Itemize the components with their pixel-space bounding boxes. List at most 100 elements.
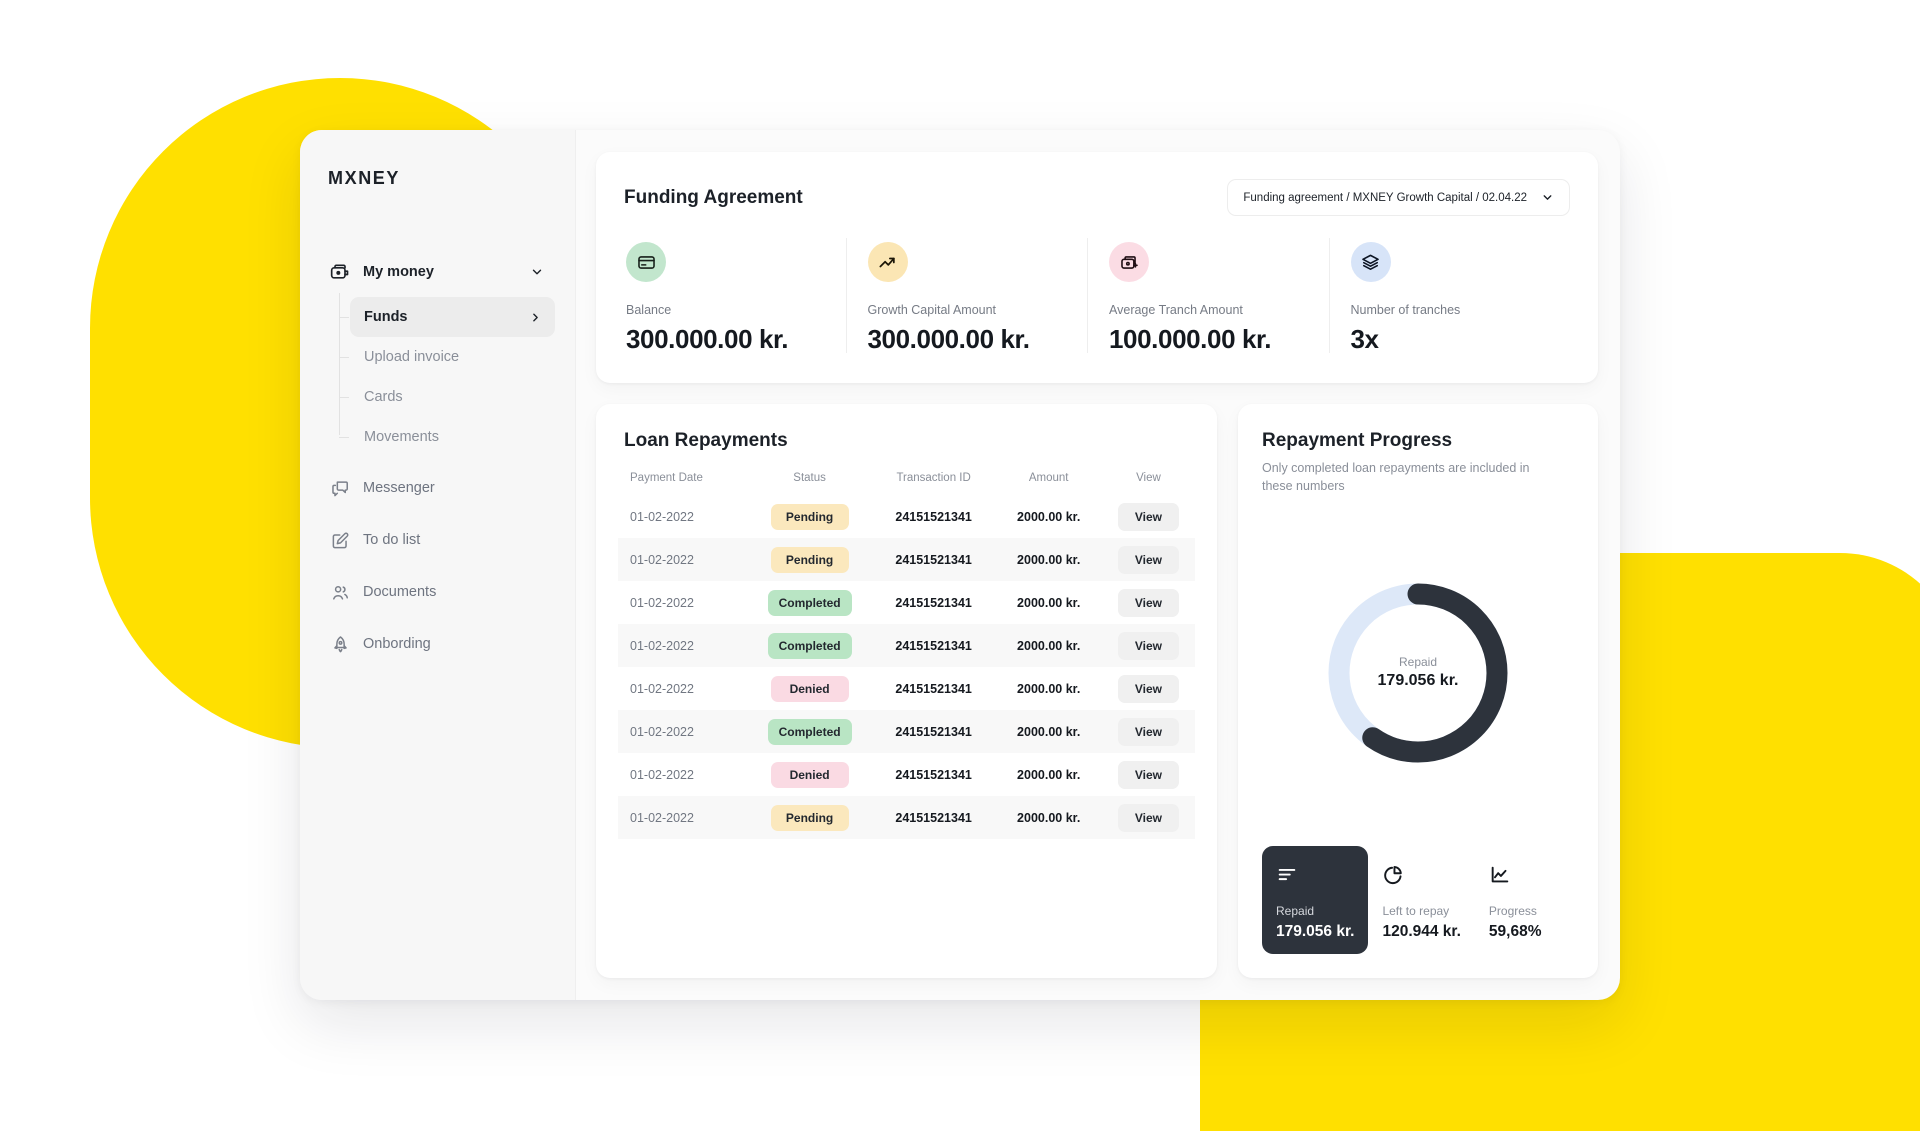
sidebar-item-upload-invoice[interactable]: Upload invoice [339,337,555,377]
cell-transaction-id: 24151521341 [895,767,972,782]
donut-center-text: Repaid 179.056 kr. [1324,579,1512,767]
loan-repayments-table: Payment Date Status Transaction ID Amoun… [618,472,1195,839]
status-badge: Pending [770,503,849,530]
table-header: Payment Date Status Transaction ID Amoun… [618,472,1195,495]
cell-amount: 2000.00 kr. [1017,810,1081,825]
cell-status: Denied [747,667,871,710]
brand-logo: MXNEY [328,168,401,188]
cell-amount: 2000.00 kr. [1017,595,1081,610]
view-button[interactable]: View [1117,760,1180,789]
sidebar-item-onbording[interactable]: Onbording [320,623,555,665]
sidebar-item-cards[interactable]: Cards [339,377,555,417]
table-row: 01-02-2022 Completed 24151521341 2000.00 kr… [618,710,1195,753]
cell-transaction-id: 24151521341 [895,810,972,825]
cell-view: View [1102,796,1195,839]
cell-transaction-id: 24151521341 [895,552,972,567]
sidebar: MXNEY My money Funds Upload invoice Card… [300,130,576,1000]
cell-view: View [1102,581,1195,624]
cell-status: Completed [747,581,871,624]
wallet-icon [330,262,350,282]
cell-status: Completed [747,624,871,667]
sidebar-item-label: To do list [363,532,421,548]
view-button[interactable]: View [1117,502,1180,531]
cell-transaction-id: 24151521341 [895,595,972,610]
sidebar-item-funds[interactable]: Funds [339,297,555,337]
layers-icon [1350,242,1391,282]
table-row: 01-02-2022 Completed 24151521341 2000.00 kr… [618,581,1195,624]
repayment-donut-chart: Repaid 179.056 kr. [1262,495,1574,846]
line-chart-icon [1489,860,1560,890]
stat-balance: Balance 300.000.00 kr. [624,242,846,355]
table-row: 01-02-2022 Denied 24151521341 2000.00 kr. Vi… [618,667,1195,710]
table-row: 01-02-2022 Denied 24151521341 2000.00 kr. Vi… [618,753,1195,796]
view-button[interactable]: View [1117,674,1180,703]
users-icon [330,582,350,602]
view-button[interactable]: View [1117,545,1180,574]
page-title: Funding Agreement [624,186,803,208]
chevron-down-icon[interactable] [529,264,545,280]
sidebar-item-label: Onbording [363,636,431,652]
sidebar-item-movements[interactable]: Movements [339,417,555,457]
funding-agreement-header: Funding Agreement Funding agreement / MX… [624,179,1570,216]
cell-view: View [1102,624,1195,667]
status-badge: Pending [770,546,849,573]
decorative-yellow-shape-bottom-bar [1292,1004,1920,1131]
repayment-progress-title: Repayment Progress [1262,430,1453,451]
app-window: MXNEY My money Funds Upload invoice Card… [300,130,1620,1000]
credit-card-icon [626,242,666,282]
sidebar-item-label: Documents [363,584,437,600]
cell-view: View [1102,710,1195,753]
sidebar-item-label: Funds [364,309,408,325]
tile-progress: Progress 59,68% [1475,846,1574,954]
cell-payment-date: 01-02-2022 [630,681,694,696]
pie-chart-icon [1382,860,1460,890]
sidebar-secondary-nav: Messenger To do list Documents Onbording [320,467,555,665]
cell-transaction-id: 24151521341 [895,638,972,653]
cell-payment-date: 01-02-2022 [630,638,694,653]
sidebar-item-label: Messenger [363,480,435,496]
cell-payment-date: 01-02-2022 [630,767,694,782]
column-header-transaction-id: Transaction ID [896,472,971,484]
cell-status: Pending [747,538,871,581]
stat-list: Balance 300.000.00 kr. Growth Capital Am… [624,238,1571,355]
repayment-progress-subtitle: Only completed loan repayments are inclu… [1262,461,1530,494]
repayment-metric-tiles: Repaid 179.056 kr. Left to repay 120.944… [1262,846,1574,954]
cell-status: Pending [747,796,871,839]
cell-payment-date: 01-02-2022 [630,810,694,825]
stat-value: 3x [1350,324,1380,354]
view-button[interactable]: View [1117,803,1180,832]
repayment-progress-card: Repayment Progress Only completed loan r… [1238,404,1598,978]
chevron-down-icon [1541,191,1554,204]
cell-amount: 2000.00 kr. [1017,552,1081,567]
cell-amount: 2000.00 kr. [1017,638,1081,653]
sidebar-item-documents[interactable]: Documents [320,571,555,613]
sidebar-item-my-money[interactable]: My money [320,251,555,293]
table-row: 01-02-2022 Completed 24151521341 2000.00 kr… [618,624,1195,667]
column-header-view: View [1136,472,1161,484]
view-button[interactable]: View [1117,631,1180,660]
edit-square-icon [330,530,350,550]
funding-agreement-selector[interactable]: Funding agreement / MXNEY Growth Capital… [1227,179,1570,216]
sidebar-item-messenger[interactable]: Messenger [320,467,555,509]
status-badge: Denied [770,761,849,788]
rocket-icon [330,634,350,654]
stat-average-tranch-amount: Average Tranch Amount 100.000.00 kr. [1087,238,1329,355]
table-row: 01-02-2022 Pending 24151521341 2000.00 kr. V… [618,796,1195,839]
stat-number-of-tranches: Number of tranches 3x [1328,238,1571,355]
tile-label: Progress [1488,904,1537,918]
loan-repayments-title: Loan Repayments [624,430,788,451]
cell-view: View [1102,667,1195,710]
sidebar-item-to-do-list[interactable]: To do list [320,519,555,561]
cell-payment-date: 01-02-2022 [630,509,694,524]
tile-value: 59,68% [1488,923,1542,940]
sidebar-nav: My money Funds Upload invoice Cards Move… [300,251,575,665]
tile-left-to-repay: Left to repay 120.944 kr. [1368,846,1474,954]
view-button[interactable]: View [1117,717,1180,746]
cell-transaction-id: 24151521341 [895,681,972,696]
view-button[interactable]: View [1117,588,1180,617]
table-row: 01-02-2022 Pending 24151521341 2000.00 kr. V… [618,538,1195,581]
main-content: Funding Agreement Funding agreement / MX… [576,130,1620,1000]
cell-payment-date: 01-02-2022 [630,552,694,567]
cell-transaction-id: 24151521341 [895,724,972,739]
tile-label: Left to repay [1382,904,1450,918]
